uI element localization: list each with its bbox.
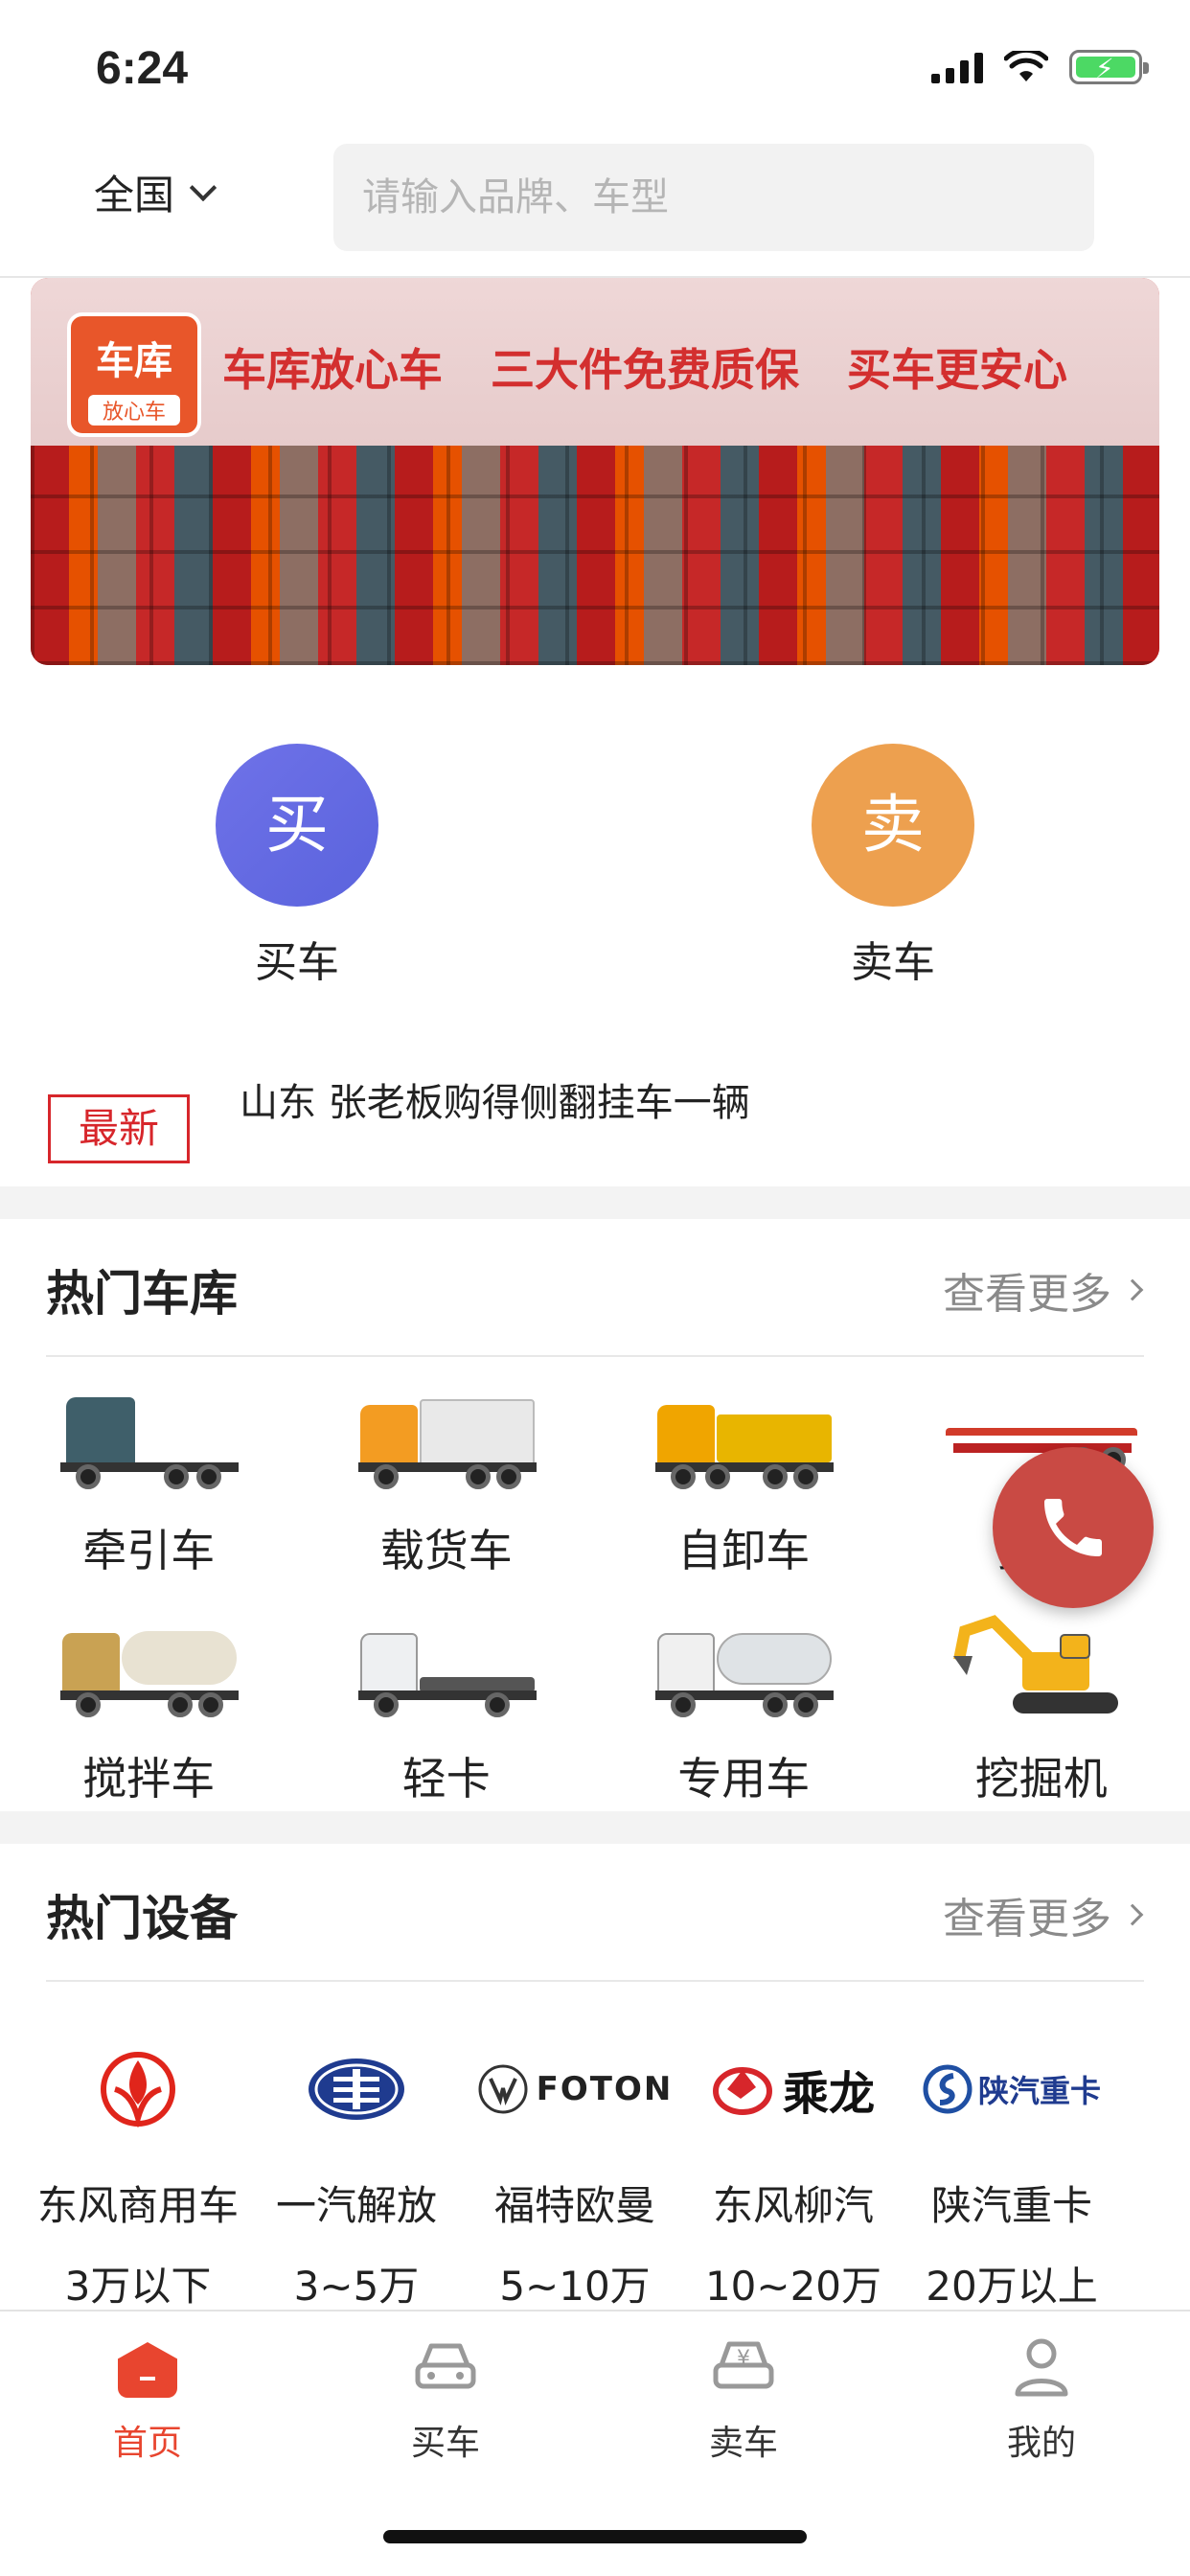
category-label: 专用车 xyxy=(677,1753,811,1805)
category-special[interactable]: 专用车 xyxy=(595,1614,893,1842)
hot-vehicles-title: 热门车库 xyxy=(46,1266,238,1322)
hot-equipment-more-link[interactable]: 查看更多 xyxy=(943,1884,1144,1945)
sell-car-icon: ¥ xyxy=(710,2336,777,2398)
foton-logo-icon: FOTON xyxy=(466,2051,684,2128)
svg-text:¥: ¥ xyxy=(737,2347,750,2371)
dump-truck-icon xyxy=(648,1386,839,1491)
category-excavator[interactable]: 挖掘机 xyxy=(893,1614,1190,1842)
category-label: 载货车 xyxy=(379,1525,513,1576)
faw-logo-icon xyxy=(247,2051,466,2128)
promo-banner[interactable]: 车库 放心车 车库放心车 三大件免费质保 买车更安心 xyxy=(31,278,1159,665)
brand-name: 一汽解放 xyxy=(275,2182,437,2229)
home-indicator xyxy=(383,2530,807,2543)
chenglong-logo-icon: 乘龙 xyxy=(684,2051,903,2128)
category-label: 搅拌车 xyxy=(82,1753,216,1805)
banner-photo-mosaic xyxy=(31,446,1159,665)
shacman-logo-icon: 陕汽重卡 xyxy=(903,2051,1121,2128)
tab-profile[interactable]: 我的 xyxy=(946,2336,1137,2465)
dongfeng-logo-icon xyxy=(29,2051,247,2128)
brand-shacman[interactable]: 陕汽重卡 陕汽重卡 xyxy=(903,2051,1121,2232)
brand-name: 东风商用车 xyxy=(36,2182,239,2229)
banner-slogan: 车库放心车 xyxy=(222,344,443,396)
home-icon xyxy=(114,2336,181,2398)
tab-label: 我的 xyxy=(1006,2424,1076,2463)
status-icons: ⚡ xyxy=(931,50,1149,84)
category-light-truck[interactable]: 轻卡 xyxy=(298,1614,596,1842)
chevron-right-icon xyxy=(1121,1903,1144,1926)
phone-call-button[interactable] xyxy=(993,1447,1154,1608)
mixer-truck-icon xyxy=(53,1614,244,1719)
brand-name: 东风柳汽 xyxy=(712,2182,874,2229)
buy-label: 买车 xyxy=(255,938,339,987)
sell-label: 卖车 xyxy=(851,938,935,987)
price-range[interactable]: 3~5万 xyxy=(247,2254,466,2312)
buy-icon: 买 xyxy=(216,744,378,907)
phone-icon xyxy=(1044,1499,1102,1556)
brand-foton[interactable]: FOTON 福特欧曼 xyxy=(466,2051,684,2232)
tab-sell[interactable]: ¥ 卖车 xyxy=(648,2336,839,2465)
category-label: 轻卡 xyxy=(401,1753,491,1805)
region-selector[interactable]: 全国 xyxy=(94,163,217,221)
brand-name: 福特欧曼 xyxy=(493,2182,655,2229)
price-range-row: 3万以下 3~5万 5~10万 10~20万 20万以上 xyxy=(29,2254,1159,2312)
category-label: 自卸车 xyxy=(677,1525,811,1576)
banner-slogan: 买车更安心 xyxy=(847,344,1067,396)
divider xyxy=(46,1980,1144,1982)
section-separator xyxy=(0,1186,1190,1219)
light-truck-icon xyxy=(351,1614,542,1719)
top-search-bar: 全国 xyxy=(0,134,1190,278)
category-cargo[interactable]: 载货车 xyxy=(298,1386,596,1614)
brand-row: 东风商用车 一汽解放 FOTON 福特欧曼 乘龙 东风柳汽 陕汽重卡 陕汽重卡 xyxy=(29,2051,1159,2232)
vehicle-category-grid: 牵引车 载货车 自卸车 挂车 xyxy=(0,1386,1190,1842)
wifi-icon xyxy=(1004,51,1048,81)
brand-dongfeng[interactable]: 东风商用车 xyxy=(29,2051,247,2232)
buy-car-button[interactable]: 买 买车 xyxy=(216,744,378,989)
price-range[interactable]: 3万以下 xyxy=(29,2254,247,2312)
section-separator xyxy=(0,1811,1190,1844)
status-time: 6:24 xyxy=(96,43,189,94)
category-tractor[interactable]: 牵引车 xyxy=(0,1386,298,1614)
chevron-right-icon xyxy=(1121,1278,1144,1301)
banner-slogan: 三大件免费质保 xyxy=(491,344,799,396)
region-label: 全国 xyxy=(94,172,175,218)
chekuu-logo: 车库 放心车 xyxy=(67,312,201,437)
latest-news-text[interactable]: 山东 张老板购得侧翻挂车一辆 xyxy=(240,1071,750,1127)
user-icon xyxy=(1008,2336,1075,2398)
tractor-truck-icon xyxy=(53,1386,244,1491)
divider xyxy=(46,1355,1144,1357)
sell-car-button[interactable]: 卖 卖车 xyxy=(812,744,974,989)
special-vehicle-icon xyxy=(648,1614,839,1719)
category-mixer[interactable]: 搅拌车 xyxy=(0,1614,298,1842)
chevron-down-icon xyxy=(189,173,217,201)
sell-icon: 卖 xyxy=(812,744,974,907)
search-input[interactable] xyxy=(333,144,1094,251)
category-dump[interactable]: 自卸车 xyxy=(595,1386,893,1614)
category-label: 挖掘机 xyxy=(974,1753,1108,1805)
tab-buy[interactable]: 买车 xyxy=(350,2336,541,2465)
banner-slogans: 车库放心车 三大件免费质保 买车更安心 xyxy=(222,335,1067,399)
tab-label: 卖车 xyxy=(708,2424,778,2463)
latest-badge: 最新 xyxy=(48,1094,190,1163)
category-label: 牵引车 xyxy=(82,1525,216,1576)
tab-home[interactable]: 首页 xyxy=(52,2336,243,2465)
battery-icon: ⚡ xyxy=(1069,50,1149,84)
price-range[interactable]: 5~10万 xyxy=(466,2254,684,2312)
car-icon xyxy=(412,2336,479,2398)
hot-vehicles-more-link[interactable]: 查看更多 xyxy=(943,1259,1144,1321)
cargo-truck-icon xyxy=(351,1386,542,1491)
brand-faw[interactable]: 一汽解放 xyxy=(247,2051,466,2232)
price-range[interactable]: 20万以上 xyxy=(903,2254,1121,2312)
brand-name: 陕汽重卡 xyxy=(930,2182,1092,2229)
price-range[interactable]: 10~20万 xyxy=(684,2254,903,2312)
status-bar: 6:24 ⚡ xyxy=(0,0,1190,134)
brand-chenglong[interactable]: 乘龙 东风柳汽 xyxy=(684,2051,903,2232)
tab-label: 首页 xyxy=(112,2424,182,2463)
signal-icon xyxy=(931,51,983,83)
excavator-icon xyxy=(946,1614,1137,1719)
hot-equipment-title: 热门设备 xyxy=(46,1891,238,1946)
tab-label: 买车 xyxy=(410,2424,480,2463)
